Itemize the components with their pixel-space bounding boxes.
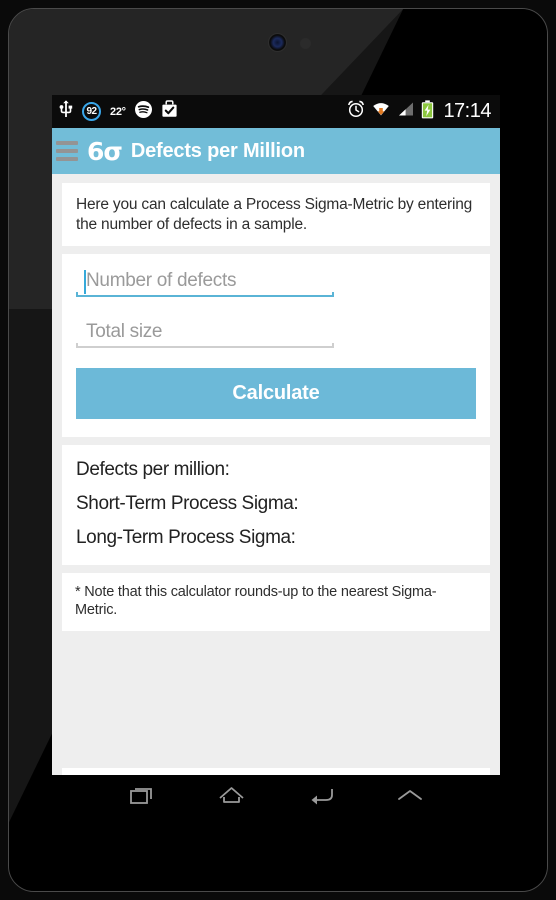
note-card: * Note that this calculator rounds-up to… <box>62 573 490 632</box>
android-status-bar: 92 22° 17:14 <box>52 95 500 128</box>
proximity-sensor-icon <box>300 38 311 49</box>
device-screen: 92 22° 17:14 6σ Defects per Million Here… <box>52 95 500 775</box>
bottom-white-strip <box>62 768 490 775</box>
note-text: * Note that this calculator rounds-up to… <box>75 584 437 619</box>
spotify-icon <box>134 100 152 123</box>
status-bar-right-icons: 17:14 <box>347 99 491 124</box>
app-bar: 6σ Defects per Million <box>52 128 500 174</box>
wifi-download-icon <box>372 101 390 122</box>
recent-apps-icon[interactable] <box>120 781 166 811</box>
home-icon[interactable] <box>209 781 255 811</box>
text-caret <box>84 270 86 295</box>
results-card: Defects per million: Short-Term Process … <box>62 445 490 566</box>
total-field-underline <box>76 343 334 349</box>
hamburger-line <box>56 149 78 153</box>
tablet-device-frame: 92 22° 17:14 6σ Defects per Million Here… <box>0 0 556 900</box>
camera-lens-icon <box>268 33 287 52</box>
hamburger-menu-icon[interactable] <box>56 141 78 161</box>
battery-percent-badge: 92 <box>82 102 101 121</box>
defects-field-underline <box>76 292 334 298</box>
hamburger-line <box>56 141 78 145</box>
scroll-content[interactable]: Here you can calculate a Process Sigma-M… <box>52 174 500 775</box>
status-bar-clock: 17:14 <box>443 100 491 122</box>
intro-card: Here you can calculate a Process Sigma-M… <box>62 183 490 247</box>
alarm-clock-icon <box>347 100 365 123</box>
chevron-up-icon[interactable] <box>387 781 433 811</box>
hamburger-line <box>56 157 78 161</box>
result-row-long-term-sigma: Long-Term Process Sigma: <box>76 527 476 549</box>
result-label: Defects per million: <box>76 459 230 481</box>
result-label: Long-Term Process Sigma: <box>76 527 296 549</box>
status-bar-left-icons: 92 22° <box>59 100 178 123</box>
battery-charging-icon <box>421 99 434 124</box>
result-row-defects-per-million: Defects per million: <box>76 459 476 481</box>
usb-icon <box>59 100 73 123</box>
briefcase-check-icon <box>161 100 178 123</box>
temperature-text: 22° <box>110 105 126 118</box>
intro-text: Here you can calculate a Process Sigma-M… <box>76 196 473 233</box>
result-label: Short-Term Process Sigma: <box>76 493 299 515</box>
signal-bars-icon <box>397 101 414 122</box>
calculator-form-card: Calculate <box>62 254 490 438</box>
total-size-field-wrapper <box>76 319 334 349</box>
result-row-short-term-sigma: Short-Term Process Sigma: <box>76 493 476 515</box>
app-logo: 6σ <box>87 136 123 166</box>
defects-field-wrapper <box>76 268 334 298</box>
android-navigation-bar <box>52 775 500 820</box>
page-title: Defects per Million <box>130 139 305 162</box>
calculate-button[interactable]: Calculate <box>76 368 476 420</box>
back-arrow-icon[interactable] <box>298 781 344 811</box>
